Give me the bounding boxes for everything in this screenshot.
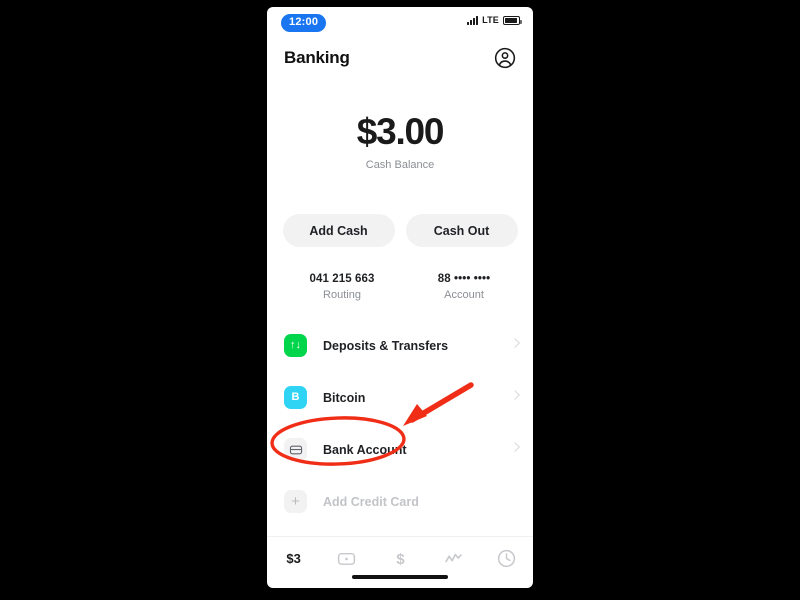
card-icon bbox=[338, 552, 356, 565]
account-details: 041 215 663 Routing 88 •••• •••• Account bbox=[267, 273, 533, 301]
screenshot-stage: 12:00 LTE Banking $3.00 Cash Balance Add… bbox=[0, 0, 800, 600]
status-indicators: LTE bbox=[467, 15, 522, 25]
routing-number: 041 215 663 bbox=[309, 273, 375, 285]
list-item-bank-account[interactable]: Bank Account bbox=[284, 429, 520, 470]
account-label: Account bbox=[444, 289, 484, 301]
tab-banking[interactable]: $3 bbox=[267, 537, 320, 588]
page-title: Banking bbox=[284, 48, 350, 67]
status-bar: 12:00 LTE bbox=[267, 7, 533, 37]
home-indicator bbox=[352, 575, 448, 579]
cash-out-button[interactable]: Cash Out bbox=[405, 214, 518, 247]
banking-options-list: ↑↓ Deposits & Transfers B Bitcoin Bank A… bbox=[267, 325, 533, 533]
balance-section: $3.00 Cash Balance bbox=[267, 111, 533, 171]
bank-card-icon bbox=[284, 438, 307, 461]
tab-card[interactable] bbox=[320, 537, 373, 588]
balance-label: Cash Balance bbox=[365, 159, 435, 171]
list-item-label: Bank Account bbox=[323, 442, 407, 457]
svg-text:$: $ bbox=[396, 552, 405, 568]
tab-investing[interactable] bbox=[427, 537, 480, 588]
bitcoin-icon: B bbox=[284, 386, 307, 409]
stock-chart-icon bbox=[444, 553, 462, 563]
chevron-right-icon bbox=[510, 442, 520, 452]
list-item-bitcoin[interactable]: B Bitcoin bbox=[284, 377, 520, 418]
network-label: LTE bbox=[482, 15, 499, 25]
phone-screen: 12:00 LTE Banking $3.00 Cash Balance Add… bbox=[267, 7, 533, 588]
routing-label: Routing bbox=[323, 289, 361, 301]
tab-banking-label: $3 bbox=[286, 551, 301, 566]
plus-icon: + bbox=[284, 490, 307, 513]
tab-activity[interactable] bbox=[480, 537, 533, 588]
balance-amount: $3.00 bbox=[356, 111, 445, 152]
account-block[interactable]: 88 •••• •••• Account bbox=[403, 273, 533, 301]
list-item-add-credit-card[interactable]: + Add Credit Card bbox=[284, 481, 516, 522]
status-time: 12:00 bbox=[281, 14, 327, 32]
plus-glyph: + bbox=[291, 493, 300, 510]
transfer-arrows-glyph: ↑↓ bbox=[290, 339, 301, 351]
bitcoin-glyph: B bbox=[291, 391, 300, 403]
list-item-label: Bitcoin bbox=[323, 390, 366, 405]
list-item-label: Add Credit Card bbox=[323, 494, 419, 509]
clock-icon bbox=[497, 549, 516, 568]
chevron-right-icon bbox=[510, 390, 520, 400]
app-header: Banking bbox=[267, 47, 533, 69]
chevron-right-icon bbox=[510, 338, 520, 348]
bottom-tab-bar: $3 $ bbox=[267, 536, 533, 588]
list-item-label: Deposits & Transfers bbox=[323, 338, 449, 353]
account-number: 88 •••• •••• bbox=[437, 273, 491, 285]
dollar-icon: $ bbox=[396, 552, 405, 568]
transfer-arrows-icon: ↑↓ bbox=[284, 334, 307, 357]
tab-payments[interactable]: $ bbox=[373, 537, 426, 588]
add-cash-button[interactable]: Add Cash bbox=[282, 214, 395, 247]
signal-bars-icon bbox=[467, 16, 479, 25]
routing-block[interactable]: 041 215 663 Routing bbox=[267, 273, 403, 301]
battery-icon bbox=[503, 16, 522, 25]
profile-avatar-icon[interactable] bbox=[494, 47, 516, 69]
list-item-deposits-transfers[interactable]: ↑↓ Deposits & Transfers bbox=[284, 325, 520, 366]
action-buttons: Add Cash Cash Out bbox=[267, 214, 533, 247]
